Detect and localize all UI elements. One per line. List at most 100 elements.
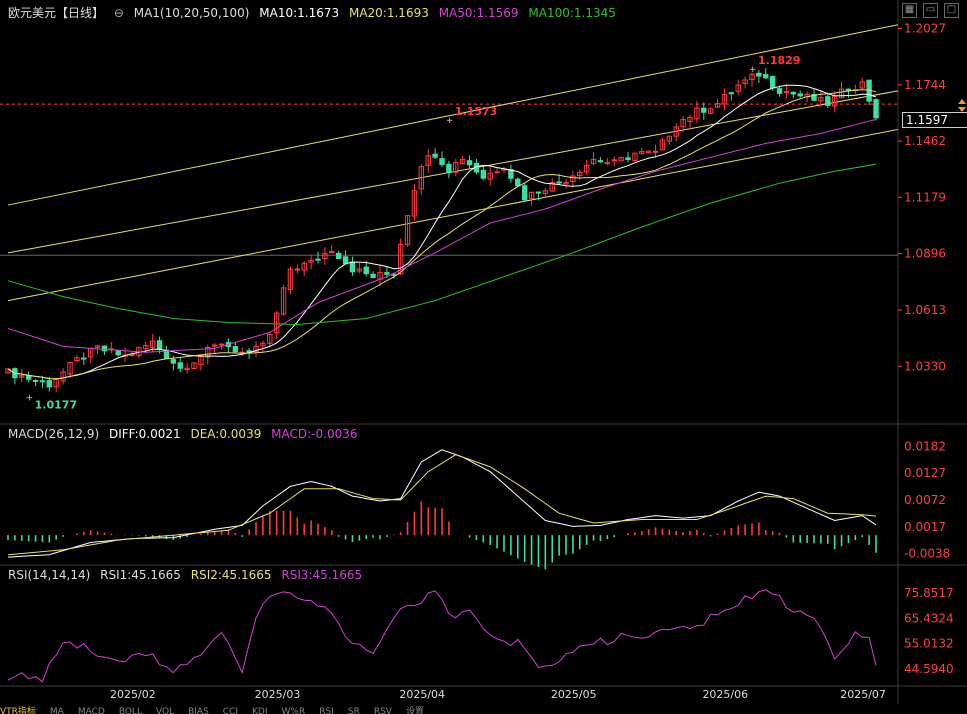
indicator-tab[interactable]: BIAS bbox=[188, 707, 209, 714]
rsi-line bbox=[7, 589, 877, 683]
ma10-line bbox=[7, 84, 877, 380]
candle-body bbox=[797, 93, 803, 97]
date-tick-label: 2025/03 bbox=[255, 688, 301, 701]
candle-body bbox=[218, 343, 225, 346]
indicator-tab[interactable]: CCI bbox=[223, 707, 238, 714]
candle-body bbox=[170, 359, 177, 364]
candle-body bbox=[521, 185, 528, 201]
price-header: 欧元美元【日线】 ⊖ MA1(10,20,50,100) MA10:1.1673… bbox=[8, 4, 622, 21]
layout-icon[interactable]: ▦ bbox=[902, 3, 917, 18]
candle-body bbox=[232, 346, 239, 353]
rsi-tick-label: 75.8517 bbox=[904, 586, 954, 600]
rsi-panel bbox=[7, 589, 877, 683]
rsi3-value: RSI3:45.1665 bbox=[281, 568, 363, 582]
macd-header: MACD(26,12,9) DIFF:0.0021 DEA:0.0039 MAC… bbox=[8, 427, 364, 441]
rsi-title[interactable]: RSI(14,14,14) bbox=[8, 568, 90, 582]
candle-body bbox=[611, 159, 617, 162]
candle-body bbox=[873, 99, 879, 119]
candle-body bbox=[756, 72, 762, 77]
minimize-icon[interactable]: ▭ bbox=[923, 3, 938, 18]
price-tick-label: 1.2027 bbox=[904, 22, 946, 36]
candle-body bbox=[728, 92, 735, 95]
candle-body bbox=[294, 268, 301, 271]
price-tick-label: 1.1179 bbox=[904, 190, 946, 204]
indicator-tab[interactable]: SR bbox=[348, 707, 360, 714]
extreme-price-label: 1.1829 bbox=[758, 54, 800, 67]
axis-labels: 1.2027 1.1744 1.1462 1.1179 1.0896 1.0613 1.03… bbox=[26, 22, 966, 701]
rsi1-value: RSI1:45.1665 bbox=[100, 568, 181, 582]
indicator-tab-bar: VTR指标 MA MACD BOLL VOL BIAS CCI KDJ W%R RSI SR RSV 设… bbox=[0, 704, 967, 714]
candle-body bbox=[81, 357, 87, 360]
candle-body bbox=[101, 345, 108, 352]
date-tick-label: 2025/07 bbox=[840, 688, 886, 701]
candle-body bbox=[439, 158, 445, 166]
extreme-price-label: 1.0177 bbox=[35, 399, 77, 412]
extreme-price-label: 1.1573 bbox=[455, 105, 497, 118]
current-price-up-marker bbox=[958, 99, 966, 104]
candle-body bbox=[32, 379, 39, 382]
indicator-tab[interactable]: RSV bbox=[374, 707, 392, 714]
indicator-tab[interactable]: KDJ bbox=[252, 707, 268, 714]
candle-body bbox=[446, 163, 452, 174]
candle-body bbox=[515, 178, 521, 187]
trend-line-3 bbox=[7, 128, 899, 302]
candle-body bbox=[652, 150, 659, 153]
candle-body bbox=[769, 75, 776, 89]
ma50-value: MA50:1.1569 bbox=[438, 6, 519, 20]
candle-body bbox=[432, 153, 438, 158]
rsi2-value: RSI2:45.1665 bbox=[190, 568, 272, 582]
date-tick-label: 2025/04 bbox=[399, 688, 445, 701]
candle-body bbox=[825, 96, 831, 106]
indicator-tab[interactable]: RSI bbox=[319, 707, 334, 714]
candle-body bbox=[342, 256, 349, 265]
candle-body bbox=[177, 362, 183, 369]
candle-body bbox=[597, 160, 604, 163]
ma10-value: MA10:1.1673 bbox=[259, 6, 340, 20]
ma-settings-title[interactable]: MA1(10,20,50,100) bbox=[134, 6, 250, 20]
rsi-tick-label: 44.5940 bbox=[904, 662, 954, 676]
candle-body bbox=[776, 88, 783, 94]
macd-title[interactable]: MACD(26,12,9) bbox=[8, 427, 99, 441]
ma-icon[interactable]: ⊖ bbox=[114, 6, 124, 20]
indicator-tab[interactable]: VOL bbox=[156, 707, 174, 714]
indicator-tab[interactable]: BOLL bbox=[119, 707, 142, 714]
symbol-title: 欧元美元【日线】 bbox=[8, 6, 105, 20]
rsi-header: RSI(14,14,14) RSI1:45.1665 RSI2:45.1665 … bbox=[8, 568, 368, 582]
price-tick-label: 1.0613 bbox=[904, 303, 946, 317]
chart-canvas: 1.2027 1.1744 1.1462 1.1179 1.0896 1.0613 1.03… bbox=[0, 0, 967, 704]
ma100-value: MA100:1.1345 bbox=[528, 6, 616, 20]
indicator-tab[interactable]: VTR指标 bbox=[0, 704, 36, 714]
extreme-marker: + bbox=[749, 65, 757, 75]
macd-macd-value: MACD:-0.0036 bbox=[271, 427, 358, 441]
candle-body bbox=[335, 252, 342, 260]
extreme-marker: + bbox=[26, 394, 34, 404]
candle-body bbox=[115, 349, 121, 356]
price-tick-label: 1.1744 bbox=[904, 78, 946, 92]
window-controls: ▦ ▭ □ bbox=[902, 3, 959, 18]
candle-body bbox=[349, 261, 356, 273]
date-tick-label: 2025/05 bbox=[551, 688, 597, 701]
price-tick-label: 1.0896 bbox=[904, 247, 946, 261]
indicator-tab[interactable]: MA bbox=[50, 707, 64, 714]
candle-body bbox=[701, 107, 707, 113]
candle-body bbox=[315, 258, 321, 261]
candle-body bbox=[384, 272, 390, 275]
candle-body bbox=[763, 74, 769, 79]
macd-tick-label: 0.0072 bbox=[904, 493, 946, 507]
candle-body bbox=[370, 273, 376, 278]
macd-tick-label: 0.0127 bbox=[904, 466, 946, 480]
candle-body bbox=[329, 251, 335, 254]
price-tick-label: 1.0330 bbox=[904, 359, 946, 373]
indicator-tab[interactable]: MACD bbox=[78, 707, 105, 714]
macd-dea-line bbox=[7, 454, 877, 556]
candle-body bbox=[25, 375, 32, 380]
macd-diff-value: DIFF:0.0021 bbox=[108, 427, 181, 441]
indicator-tab[interactable]: 设置 bbox=[406, 704, 424, 714]
macd-tick-label: 0.0182 bbox=[904, 439, 946, 453]
indicator-tab[interactable]: W%R bbox=[282, 707, 306, 714]
ma20-value: MA20:1.1693 bbox=[348, 6, 429, 20]
maximize-icon[interactable]: □ bbox=[944, 3, 959, 18]
moving-average-lines bbox=[7, 84, 877, 380]
candlestick-series bbox=[5, 67, 879, 393]
macd-tick-label: 0.0017 bbox=[904, 520, 946, 534]
